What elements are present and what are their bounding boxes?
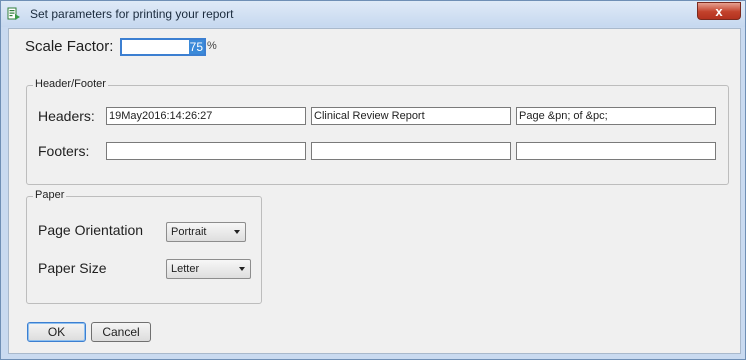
- header-left-field[interactable]: 19May2016:14:26:27: [106, 107, 306, 125]
- scale-factor-value: 75: [188, 40, 204, 54]
- close-icon: x: [715, 3, 723, 19]
- footers-label: Footers:: [38, 143, 90, 159]
- cancel-button[interactable]: Cancel: [91, 322, 151, 342]
- dialog-window: Set parameters for printing your report …: [0, 0, 746, 360]
- scale-percent-unit: %: [207, 40, 217, 52]
- paper-legend: Paper: [33, 189, 67, 201]
- window-title: Set parameters for printing your report: [30, 7, 234, 21]
- footer-right-field[interactable]: [516, 142, 716, 160]
- header-footer-legend: Header/Footer: [33, 78, 108, 90]
- footer-left-field[interactable]: [106, 142, 306, 160]
- chevron-down-icon: [234, 230, 240, 234]
- paper-size-label: Paper Size: [38, 260, 107, 276]
- close-button[interactable]: x: [697, 2, 741, 20]
- paper-size-select[interactable]: Letter: [166, 259, 251, 279]
- header-footer-group: Header/Footer Headers: 19May2016:14:26:2…: [26, 78, 729, 185]
- scale-factor-label: Scale Factor:: [25, 38, 114, 55]
- page-orientation-select[interactable]: Portrait: [166, 222, 246, 242]
- chevron-down-icon: [239, 267, 245, 271]
- page-orientation-value: Portrait: [171, 226, 207, 238]
- title-bar[interactable]: Set parameters for printing your report …: [1, 1, 745, 27]
- header-right-field[interactable]: Page &pn; of &pc;: [516, 107, 716, 125]
- footer-center-field[interactable]: [311, 142, 511, 160]
- paper-size-value: Letter: [171, 263, 200, 275]
- headers-label: Headers:: [38, 108, 95, 124]
- ok-button[interactable]: OK: [27, 322, 86, 342]
- scale-factor-input[interactable]: 75: [120, 38, 206, 56]
- paper-group: Paper Page Orientation Portrait Paper Si…: [26, 189, 262, 304]
- page-orientation-label: Page Orientation: [38, 222, 144, 238]
- report-settings-icon: [7, 7, 21, 21]
- header-center-field[interactable]: Clinical Review Report: [311, 107, 511, 125]
- dialog-body: Scale Factor: 75 % Header/Footer Headers…: [8, 28, 741, 354]
